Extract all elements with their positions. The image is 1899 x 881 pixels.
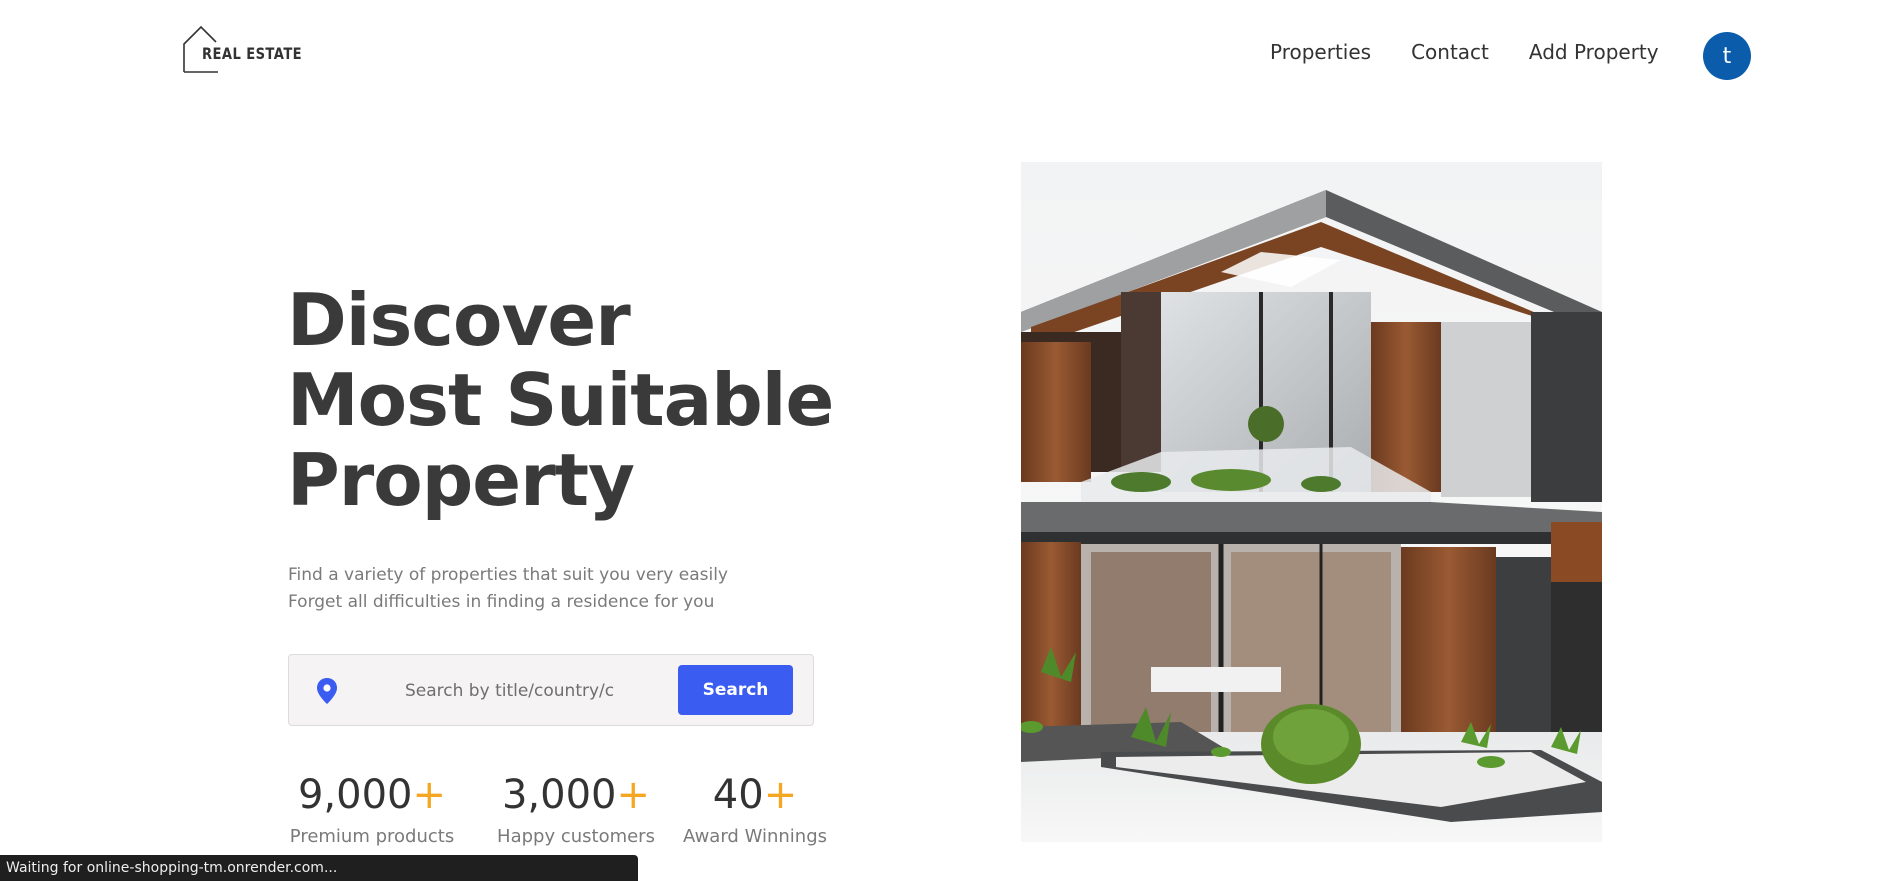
stat-value: 9,000 [297, 772, 413, 818]
modern-house-illustration [1021, 190, 1602, 842]
stat-plus: + [763, 772, 798, 818]
stat-value: 3,000 [501, 772, 617, 818]
hero-subtitle-line: Forget all difficulties in finding a res… [288, 592, 715, 612]
stat-plus: + [616, 772, 651, 818]
hero-title-line: Property [287, 438, 635, 522]
nav-properties-link[interactable]: Properties [1270, 40, 1371, 64]
logo[interactable]: REAL ESTATE [182, 25, 302, 73]
nav-contact-link[interactable]: Contact [1411, 40, 1489, 64]
main-nav: Properties Contact Add Property [1270, 40, 1659, 64]
stat-label: Award Winnings [683, 826, 827, 847]
hero-title-line: Discover [287, 278, 631, 362]
search-input[interactable] [405, 677, 615, 705]
stat-happy-customers: 3,000+ Happy customers [482, 770, 670, 847]
search-button[interactable]: Search [678, 665, 793, 715]
hero-subtitle-line: Find a variety of properties that suit y… [288, 565, 728, 585]
search-bar: Search [288, 654, 814, 726]
logo-text: REAL ESTATE [202, 44, 303, 63]
stat-plus: + [412, 772, 447, 818]
location-pin-icon [317, 678, 337, 704]
stat-value: 40 [712, 772, 764, 818]
hero-subtitle: Find a variety of properties that suit y… [288, 562, 828, 616]
browser-status-bar: Waiting for online-shopping-tm.onrender.… [0, 855, 638, 881]
hero-title-line: Most Suitable [287, 358, 834, 442]
hero-title: Discover Most Suitable Property [287, 280, 847, 520]
user-avatar[interactable]: t [1703, 32, 1751, 80]
stat-label: Happy customers [497, 826, 655, 847]
nav-add-property-link[interactable]: Add Property [1529, 40, 1659, 64]
hero-house-image [1021, 162, 1602, 842]
page: REAL ESTATE Properties Contact Add Prope… [0, 0, 1899, 881]
stat-label: Premium products [289, 826, 455, 847]
stat-premium-products: 9,000+ Premium products [288, 770, 456, 847]
stat-award-winnings: 40+ Award Winnings [682, 770, 828, 847]
stats-row: 9,000+ Premium products 3,000+ Happy cus… [288, 770, 828, 847]
